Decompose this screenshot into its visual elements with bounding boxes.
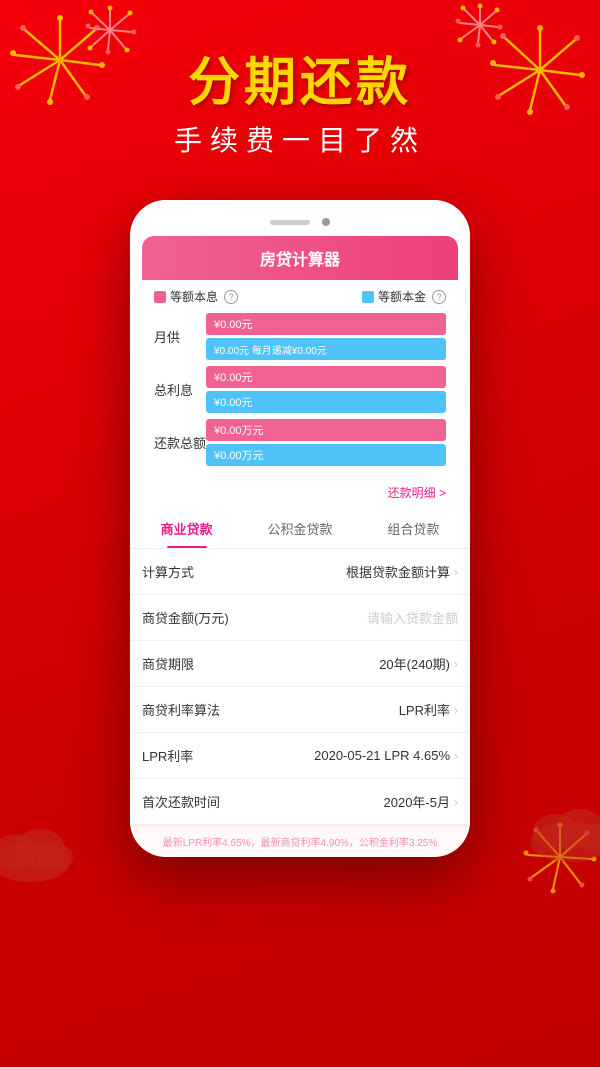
form-value-lpr-rate: 2020-05-21 LPR 4.65% [314,748,450,763]
total-interest-blue-bar: ¥0.00元 [206,391,446,413]
cloud-left-icon [0,807,80,887]
legend-dot-red [154,291,166,303]
form-value-loan-amount: 请输入贷款金额 [367,608,458,627]
phone-camera [322,218,330,226]
monthly-payment-blue-bar: ¥0.00元 每月递减¥0.00元 [206,338,446,360]
total-repayment-row: 还款总额 ¥0.00万元 ¥0.00万元 [154,419,446,466]
legend-dot-blue [362,291,374,303]
header-subtitle: 手续费一目了然 [0,119,600,159]
form-value-interest-method: LPR利率 [399,700,450,719]
phone-speaker [270,220,310,225]
total-interest-label: 总利息 [154,380,206,399]
form-value-first-payment: 2020年-5月 [384,792,450,811]
monthly-payment-bars: ¥0.00元 ¥0.00元 每月递减¥0.00元 [206,313,446,360]
bottom-note: 最新LPR利率4.65%，最新商贷利率4.90%，公积金利率3.25% [130,825,470,857]
form-value-calculation-method: 根据贷款金额计算 [346,562,450,581]
form-label-interest-method: 商贷利率算法 [142,700,399,719]
arrow-lpr-rate: › [454,749,458,763]
form-row-loan-amount[interactable]: 商贷金额(万元) 请输入贷款金额 [130,595,470,641]
arrow-interest-method: › [454,703,458,717]
form-label-first-payment: 首次还款时间 [142,792,384,811]
form-label-loan-amount: 商贷金额(万元) [142,608,367,627]
tab-commercial-loan[interactable]: 商业贷款 [130,509,243,548]
form-value-loan-term: 20年(240期) [379,654,450,673]
total-interest-row: 总利息 ¥0.00元 ¥0.00元 [154,366,446,413]
help-ep-icon[interactable]: ? [432,290,446,304]
tab-combined-loan[interactable]: 组合贷款 [357,509,470,548]
arrow-calculation-method: › [454,565,458,579]
form-row-lpr-rate[interactable]: LPR利率 2020-05-21 LPR 4.65% › [130,733,470,779]
arrow-first-payment: › [454,795,458,809]
form-label-calculation-method: 计算方式 [142,562,346,581]
form-row-first-payment[interactable]: 首次还款时间 2020年-5月 › [130,779,470,825]
legend-epi-label: 等额本息 [170,288,218,305]
calculator-header: 房贷计算器 [142,236,458,280]
total-repayment-blue-bar: ¥0.00万元 [206,444,446,466]
form-section: 计算方式 根据贷款金额计算 › 商贷金额(万元) 请输入贷款金额 商贷期限 20… [130,549,470,825]
monthly-payment-red-bar: ¥0.00元 [206,313,446,335]
monthly-payment-row: 月供 ¥0.00元 ¥0.00元 每月递减¥0.00元 [154,313,446,360]
legend-equal-principal: 等额本金 ? [362,288,446,305]
phone-mockup: 房贷计算器 等额本息 ? 等额本金 ? 月供 ¥0.00元 ¥0.00元 每月递… [130,200,470,857]
form-row-loan-term[interactable]: 商贷期限 20年(240期) › [130,641,470,687]
calculator-legend: 等额本息 ? 等额本金 ? [142,280,458,313]
form-label-loan-term: 商贷期限 [142,654,379,673]
header-title: 分期还款 [0,40,600,115]
tab-provident-fund[interactable]: 公积金贷款 [243,509,356,548]
arrow-loan-term: › [454,657,458,671]
cloud-right-icon [520,787,600,867]
header-area: 分期还款 手续费一目了然 [0,40,600,159]
total-repayment-red-bar: ¥0.00万元 [206,419,446,441]
form-row-calculation-method[interactable]: 计算方式 根据贷款金额计算 › [130,549,470,595]
loan-tabs: 商业贷款 公积金贷款 组合贷款 [130,509,470,549]
help-epi-icon[interactable]: ? [224,290,238,304]
form-label-lpr-rate: LPR利率 [142,746,314,765]
repay-detail-link[interactable]: 还款明细 > [142,480,458,509]
total-interest-red-bar: ¥0.00元 [206,366,446,388]
total-interest-bars: ¥0.00元 ¥0.00元 [206,366,446,413]
legend-equal-principal-interest: 等额本息 ? [154,288,238,305]
result-section: 月供 ¥0.00元 ¥0.00元 每月递减¥0.00元 总利息 ¥0.00元 ¥… [142,313,458,480]
total-repayment-bars: ¥0.00万元 ¥0.00万元 [206,419,446,466]
calculator-card: 房贷计算器 等额本息 ? 等额本金 ? 月供 ¥0.00元 ¥0.00元 每月递… [142,236,458,509]
phone-top-bar [130,200,470,236]
monthly-payment-label: 月供 [154,327,206,346]
total-repayment-label: 还款总额 [154,433,206,452]
legend-ep-label: 等额本金 [378,288,426,305]
form-row-interest-method[interactable]: 商贷利率算法 LPR利率 › [130,687,470,733]
